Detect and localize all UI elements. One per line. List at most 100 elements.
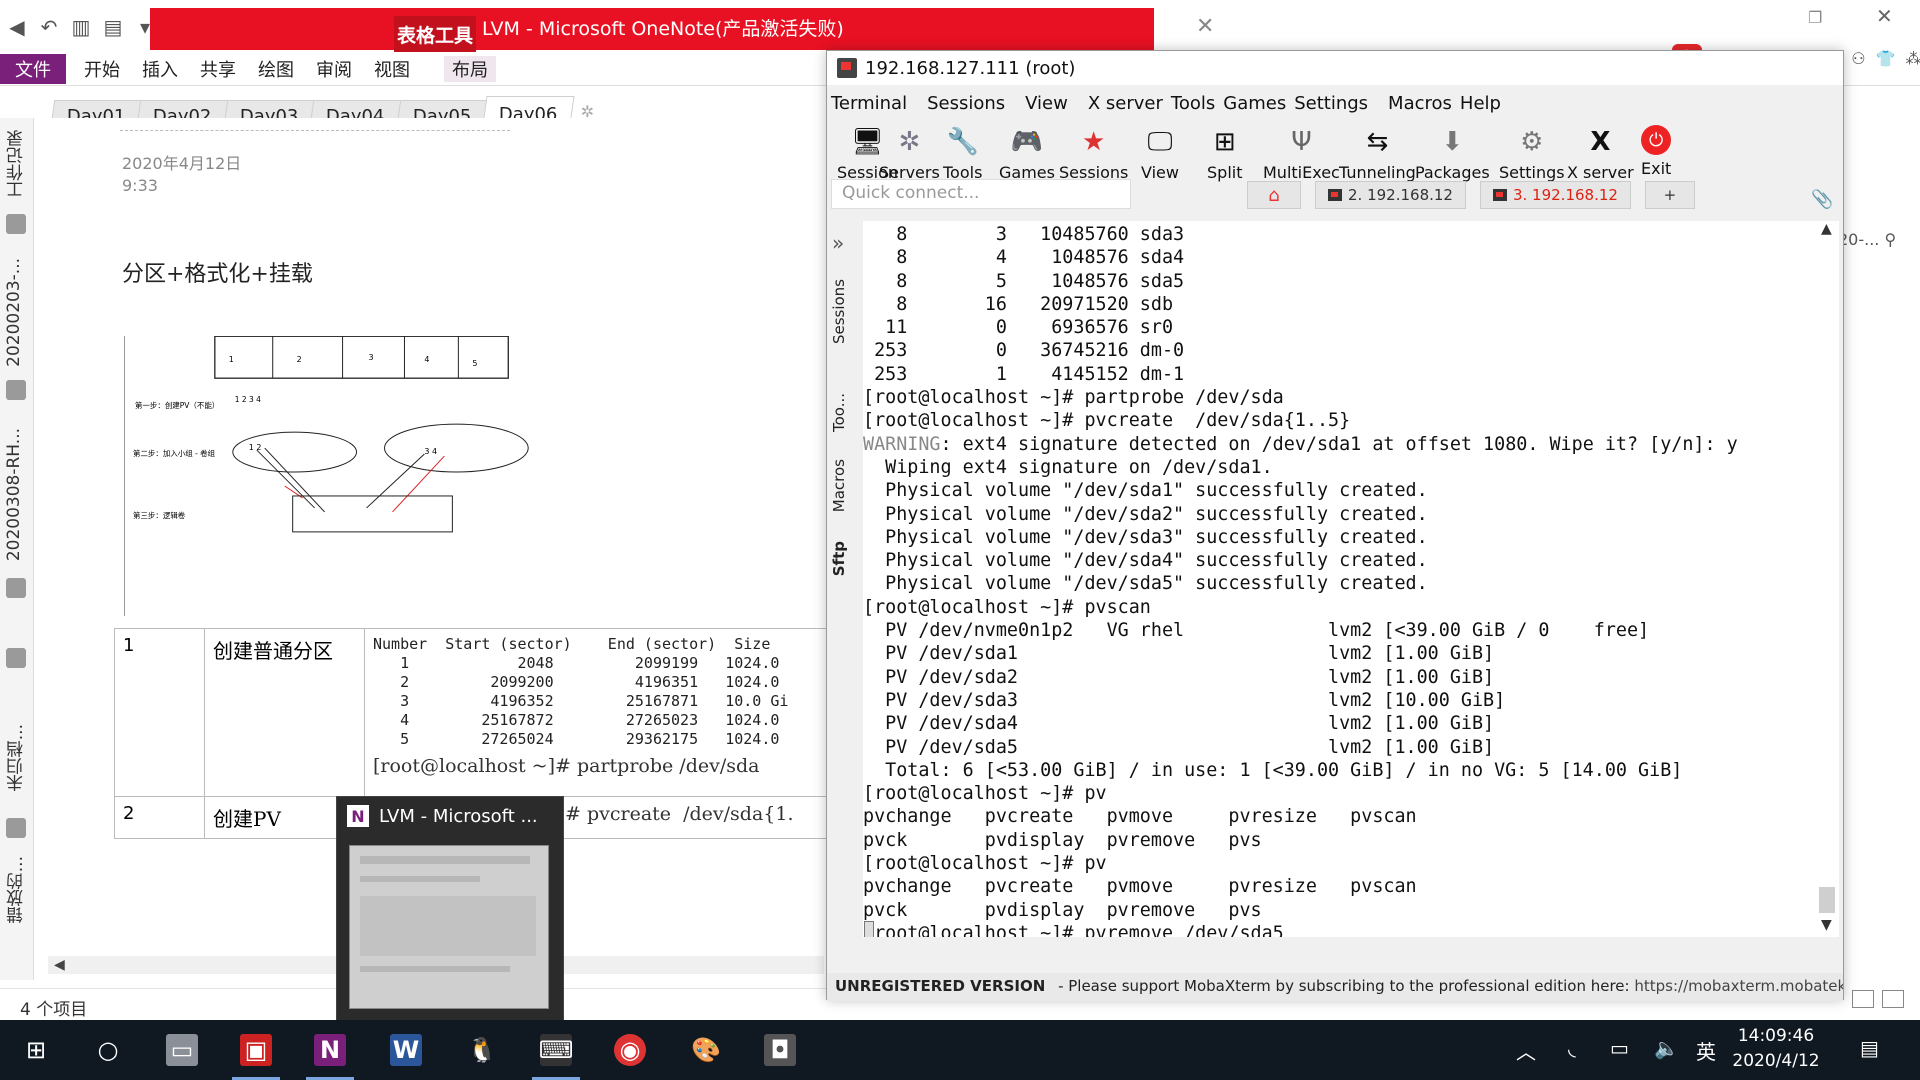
thumbnail-preview[interactable] xyxy=(349,845,549,1009)
menu-home[interactable]: 开始 xyxy=(84,56,120,82)
search-result-label[interactable]: 20-... ⚲ xyxy=(1838,230,1896,249)
menu-xserver[interactable]: X server xyxy=(1088,93,1163,114)
view-button[interactable]: 🖵 View xyxy=(1141,125,1179,183)
scroll-down-icon[interactable]: ▼ xyxy=(1821,917,1832,933)
qq-button[interactable]: 🐧 xyxy=(466,1034,498,1066)
session-tab-2[interactable]: 2. 192.168.12 xyxy=(1315,181,1466,209)
side-tab-sessions[interactable]: Sessions xyxy=(830,279,848,344)
wifi-icon[interactable]: ◟ xyxy=(1568,1036,1576,1060)
word-button[interactable]: W xyxy=(390,1034,422,1066)
notebook-icon xyxy=(6,578,26,598)
start-button[interactable]: ⊞ xyxy=(20,1034,52,1066)
nav-item-20200308[interactable]: 20200308-RH... xyxy=(4,428,24,561)
side-tab-sftp[interactable]: Sftp xyxy=(830,541,848,576)
dock-icon[interactable]: ▥ xyxy=(70,15,92,39)
tiles-view-icon[interactable] xyxy=(1882,990,1904,1008)
scroll-up-icon[interactable]: ▲ xyxy=(1821,221,1832,237)
menu-draw[interactable]: 绘图 xyxy=(258,56,294,82)
new-tab-button[interactable]: + xyxy=(1644,181,1695,209)
terminal-scrollbar[interactable]: ▲ ▼ xyxy=(1817,221,1839,937)
tunneling-button[interactable]: ⇆ Tunneling xyxy=(1339,125,1416,182)
details-view-icon[interactable] xyxy=(1852,990,1874,1008)
menu-sessions[interactable]: Sessions xyxy=(927,93,1005,114)
ime-indicator[interactable]: 英 xyxy=(1696,1036,1716,1065)
quick-connect-input[interactable]: Quick connect... xyxy=(831,179,1131,209)
xserver-button[interactable]: XX server xyxy=(1567,125,1634,182)
settings-button[interactable]: ⚙ Settings xyxy=(1499,125,1565,182)
exit-button[interactable]: ⏻ Exit xyxy=(1641,125,1671,178)
mobaxterm-taskbar-button[interactable]: ⌨ xyxy=(532,1034,580,1080)
servers-button[interactable]: ✲ Servers xyxy=(879,125,940,182)
tools-icon[interactable]: ⁂ xyxy=(1905,49,1920,68)
step1-label: 第一步：创建PV（不能） xyxy=(135,400,219,410)
nav-item-work[interactable]: 工作记录 xyxy=(4,130,29,198)
onenote-taskbar-button[interactable]: N xyxy=(306,1034,354,1080)
file-menu-button[interactable]: 文件 xyxy=(0,54,66,84)
window-close-icon[interactable]: ✕ xyxy=(1876,4,1893,28)
touch-mode-icon[interactable]: ▤ xyxy=(102,15,124,39)
multiexec-button[interactable]: Ψ MultiExec xyxy=(1263,125,1340,182)
skin-icon[interactable]: 👕 xyxy=(1876,49,1896,68)
side-tab-tools[interactable]: Too... xyxy=(830,393,848,432)
notebook-icon xyxy=(6,380,26,400)
split-button[interactable]: ⊞ Split xyxy=(1207,125,1242,182)
cortana-button[interactable]: ○ xyxy=(92,1034,124,1066)
terminal-line: 253 1 4145152 dm-1 xyxy=(863,363,1185,385)
side-tab-macros[interactable]: Macros xyxy=(830,459,848,512)
windows-taskbar: ⊞ ○ ▭ ▣ N W 🐧 ⌨ ◉ 🎨 ◘ ︿ ◟ ▭ 🔈 英 14:09:46… xyxy=(0,1020,1920,1080)
menu-view[interactable]: 视图 xyxy=(374,56,410,82)
maximize-icon[interactable]: ❐ xyxy=(1808,8,1822,27)
close-icon[interactable]: ✕ xyxy=(1196,14,1214,39)
camera-button[interactable]: ◘ xyxy=(764,1034,796,1066)
terminal-line: WARNING: ext4 signature detected on /dev… xyxy=(863,433,1738,455)
terminal-line: PV /dev/nvme0n1p2 VG rhel lvm2 [<39.00 G… xyxy=(863,620,1650,642)
volume-icon[interactable]: 🔈 xyxy=(1654,1036,1679,1060)
terminal-line: Physical volume "/dev/sda3" successfully… xyxy=(863,526,1428,548)
browser-button[interactable]: ◉ xyxy=(614,1034,646,1066)
user-icon[interactable]: ⚇ xyxy=(1851,49,1865,68)
menu-terminal[interactable]: Terminal xyxy=(831,93,907,114)
system-clock[interactable]: 14:09:46 2020/4/12 xyxy=(1728,1024,1824,1074)
menu-insert[interactable]: 插入 xyxy=(142,56,178,82)
menu-games[interactable]: Games xyxy=(1223,93,1286,114)
packages-button[interactable]: ⬇ Packages xyxy=(1415,125,1490,182)
paperclip-icon[interactable]: 📎 xyxy=(1811,189,1833,210)
screen-recorder-button[interactable]: ▣ xyxy=(232,1034,280,1080)
session-tab-3[interactable]: 3. 192.168.12 xyxy=(1479,181,1631,209)
home-tab[interactable]: ⌂ xyxy=(1247,181,1301,209)
page-title-area[interactable] xyxy=(120,130,510,131)
menu-view[interactable]: View xyxy=(1025,93,1068,114)
battery-icon[interactable]: ▭ xyxy=(1610,1036,1629,1060)
tray-chevron-icon[interactable]: ︿ xyxy=(1516,1036,1536,1065)
nav-item-misplaced[interactable]: 错放的... xyxy=(4,856,29,923)
tunnel-icon: ⇆ xyxy=(1366,127,1389,157)
menu-layout[interactable]: 布局 xyxy=(444,56,496,82)
terminal-output[interactable]: 8 3 10485760 sda3 8 4 1048576 sda4 8 5 1… xyxy=(863,221,1817,937)
file-explorer-button[interactable]: ▭ xyxy=(166,1034,198,1066)
menu-tools[interactable]: Tools xyxy=(1171,93,1215,114)
notification-icon[interactable]: ▤ xyxy=(1860,1036,1879,1060)
tools-button[interactable]: 🔧 Tools xyxy=(943,125,982,182)
menu-share[interactable]: 共享 xyxy=(200,56,236,82)
back-icon[interactable]: ◀ xyxy=(6,15,28,39)
home-icon: ⌂ xyxy=(1268,184,1280,206)
menu-help[interactable]: Help xyxy=(1460,93,1501,114)
menu-settings[interactable]: Settings xyxy=(1294,93,1368,114)
menu-review[interactable]: 审阅 xyxy=(316,56,352,82)
games-button[interactable]: 🎮 Games xyxy=(999,125,1055,182)
paint-button[interactable]: 🎨 xyxy=(690,1034,722,1066)
scroll-left-icon[interactable]: ◀ xyxy=(54,957,65,973)
mobatek-link[interactable]: https://mobaxterm.mobatek.net xyxy=(1634,977,1843,995)
nav-item-20200203[interactable]: 20200203-... xyxy=(4,258,24,367)
step2-label: 第二步：加入小组 - 卷组 xyxy=(133,448,216,458)
unregistered-banner: UNREGISTERED VERSION - Please support Mo… xyxy=(827,973,1843,1001)
nav-item-unfiled[interactable]: 未归档... xyxy=(4,724,29,791)
search-icon[interactable]: ⚲ xyxy=(1884,230,1896,249)
sessions-button[interactable]: ★ Sessions xyxy=(1059,125,1128,182)
scroll-thumb[interactable] xyxy=(1819,887,1835,913)
preview-line xyxy=(360,856,530,864)
undo-icon[interactable]: ↶ xyxy=(38,15,60,39)
expand-icon[interactable]: » xyxy=(832,231,844,255)
menu-macros[interactable]: Macros xyxy=(1388,93,1452,114)
taskbar-thumbnail[interactable]: N LVM - Microsoft ... xyxy=(336,796,564,1022)
